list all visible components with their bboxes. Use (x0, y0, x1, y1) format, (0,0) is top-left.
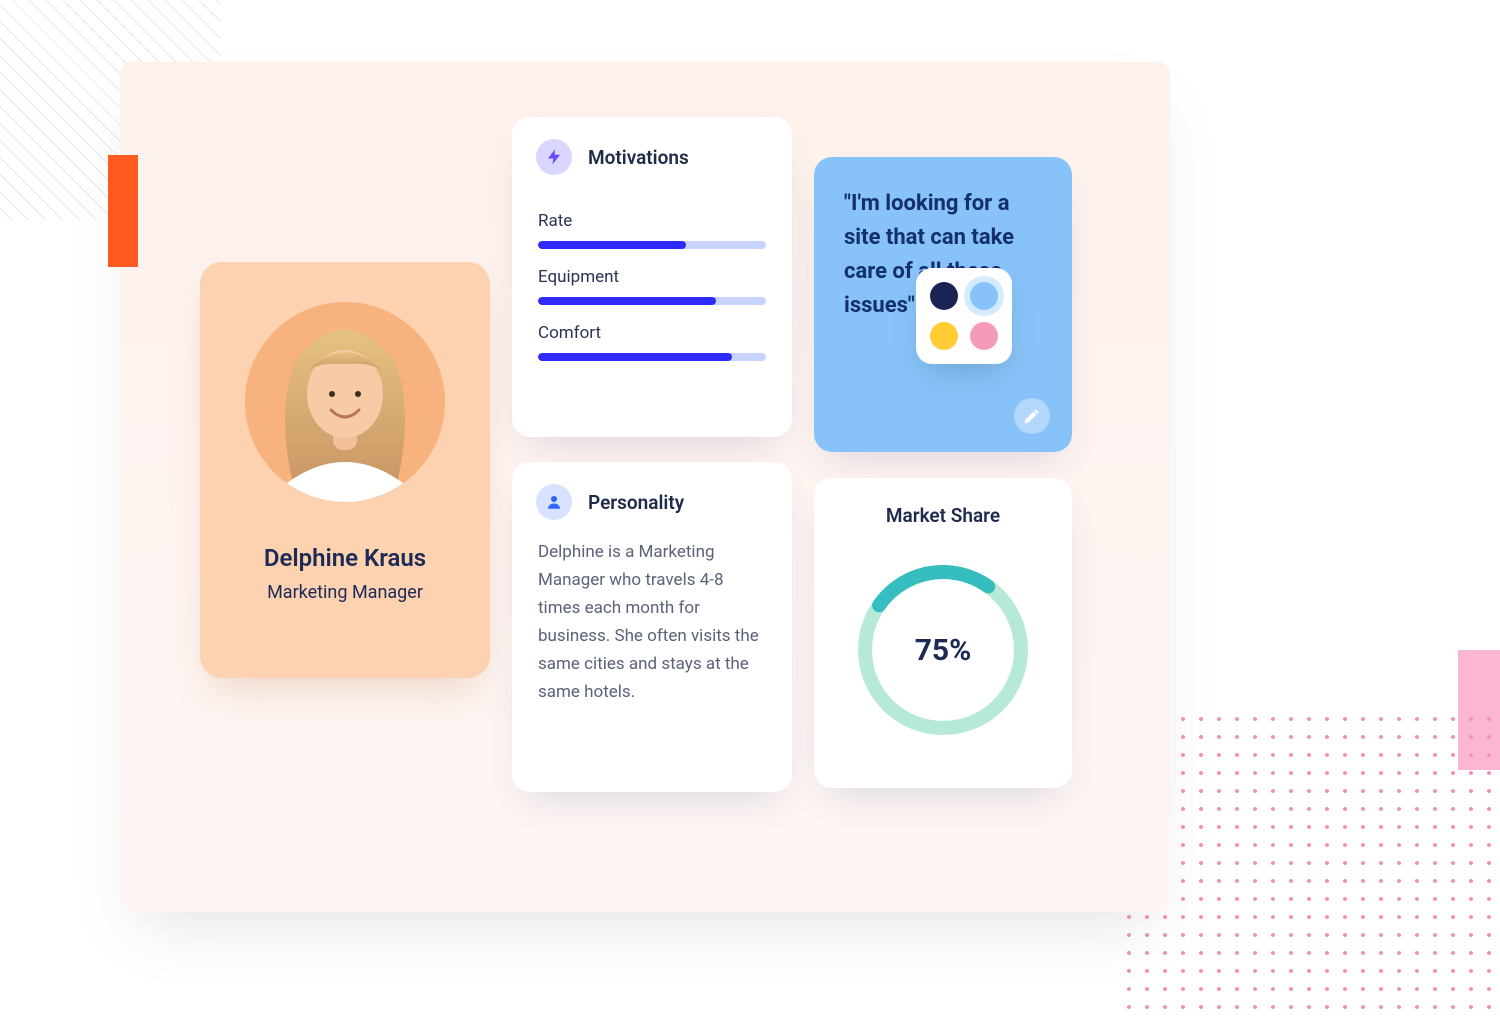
motivations-list: Rate Equipment Comfort (512, 185, 792, 381)
motivations-title: Motivations (588, 146, 689, 169)
profile-name: Delphine Kraus (264, 544, 426, 572)
progress-track (538, 353, 766, 361)
person-icon (536, 484, 572, 520)
palette-swatch-yellow[interactable] (930, 322, 958, 350)
color-palette-popover[interactable] (916, 268, 1012, 364)
highlighter-icon[interactable] (1014, 398, 1050, 434)
canvas-stage: Delphine Kraus Marketing Manager Motivat… (120, 62, 1170, 912)
decorative-dots (1120, 710, 1500, 1020)
bolt-icon (536, 139, 572, 175)
personality-body: Delphine is a Marketing Manager who trav… (512, 530, 792, 730)
personality-title: Personality (588, 491, 684, 514)
palette-swatch-pink[interactable] (970, 322, 998, 350)
market-share-title: Market Share (886, 504, 1000, 527)
progress-fill (538, 241, 686, 249)
decorative-orange-bar (108, 155, 138, 267)
palette-swatch-lightblue[interactable] (970, 282, 998, 310)
progress-fill (538, 353, 732, 361)
market-share-donut: 75% (848, 555, 1038, 745)
motivations-card[interactable]: Motivations Rate Equipment Comfort (512, 117, 792, 437)
progress-fill (538, 297, 716, 305)
motivation-item: Equipment (538, 267, 766, 305)
profile-role: Marketing Manager (267, 582, 423, 603)
avatar (245, 302, 445, 502)
motivation-item: Comfort (538, 323, 766, 361)
avatar-illustration (245, 302, 445, 502)
progress-track (538, 297, 766, 305)
motivation-label: Comfort (538, 323, 766, 343)
progress-track (538, 241, 766, 249)
motivation-label: Rate (538, 211, 766, 231)
palette-swatch-navy[interactable] (930, 282, 958, 310)
market-share-value: 75% (848, 555, 1038, 745)
personality-card[interactable]: Personality Delphine is a Marketing Mana… (512, 462, 792, 792)
profile-card[interactable]: Delphine Kraus Marketing Manager (200, 262, 490, 678)
motivation-label: Equipment (538, 267, 766, 287)
motivation-item: Rate (538, 211, 766, 249)
market-share-card[interactable]: Market Share 75% (814, 478, 1072, 788)
